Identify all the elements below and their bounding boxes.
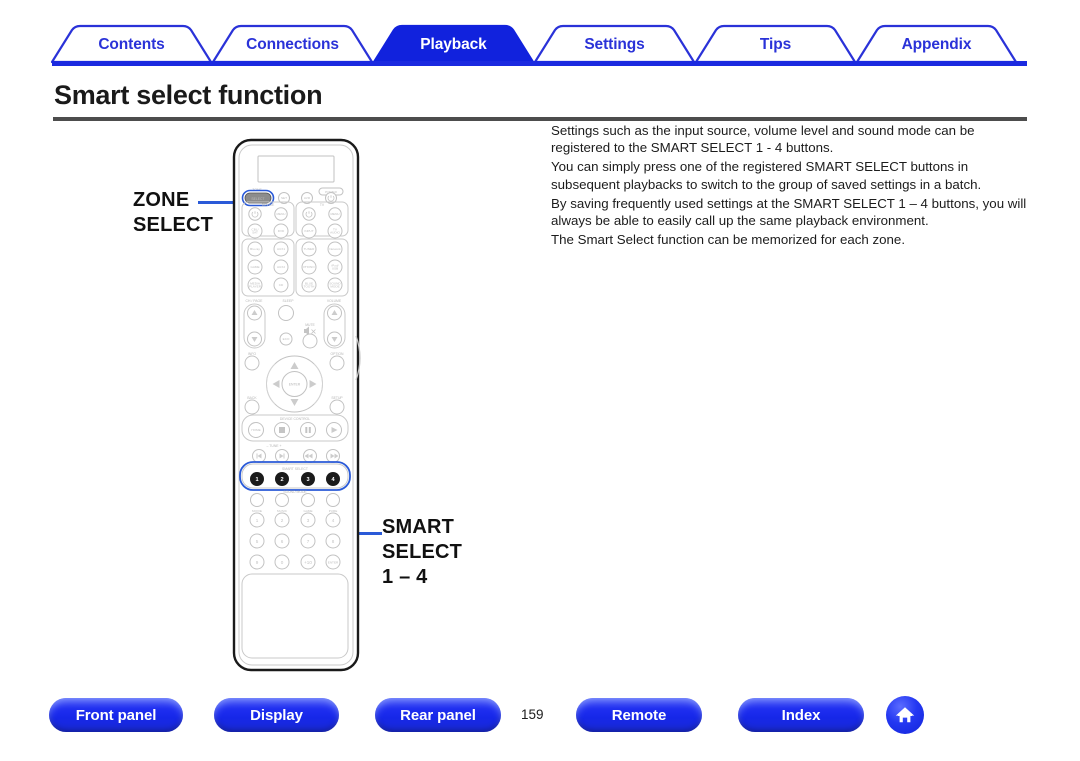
home-button[interactable] xyxy=(886,696,924,734)
svg-text:INFO: INFO xyxy=(248,352,256,356)
svg-text:ENTER: ENTER xyxy=(328,560,339,564)
svg-text:SOUND MODE: SOUND MODE xyxy=(283,490,307,494)
rear-panel-button[interactable]: Rear panel xyxy=(375,698,501,732)
paragraph-3: By saving frequently used settings at th… xyxy=(551,195,1027,229)
svg-text:– TUNE +: – TUNE + xyxy=(267,444,282,448)
display-button[interactable]: Display xyxy=(214,698,339,732)
svg-text:OPTION: OPTION xyxy=(331,352,345,356)
remote-display xyxy=(257,155,335,183)
svg-text:TV: TV xyxy=(320,203,325,207)
svg-text:AUX1: AUX1 xyxy=(277,247,285,251)
svg-text:CD: CD xyxy=(279,283,284,287)
svg-text:DVD: DVD xyxy=(278,229,285,233)
svg-text:TUNER: TUNER xyxy=(304,247,315,251)
svg-text:GAME: GAME xyxy=(250,265,259,269)
top-tab-bar: Contents Connections Playback Settings T… xyxy=(0,0,1080,72)
svg-text:MENU: MENU xyxy=(276,212,285,216)
svg-text:5: 5 xyxy=(256,539,259,544)
svg-text:1: 1 xyxy=(255,477,258,483)
svg-text:2: 2 xyxy=(280,477,283,483)
smart-select-callout-label: SMART SELECT 1 – 4 xyxy=(382,515,462,590)
svg-text:9: 9 xyxy=(256,560,259,565)
svg-text:MUTE: MUTE xyxy=(305,323,315,327)
svg-text:MUSIC: MUSIC xyxy=(277,509,288,513)
svg-text:CH / PAGE: CH / PAGE xyxy=(246,299,264,303)
svg-text:DEVICE CONTROL: DEVICE CONTROL xyxy=(280,417,310,421)
smart-callout-line-1: SMART xyxy=(382,516,455,538)
tab-contents[interactable] xyxy=(52,26,211,62)
svg-text:0: 0 xyxy=(281,560,284,565)
svg-text:ENTER: ENTER xyxy=(289,382,301,386)
svg-text:4: 4 xyxy=(332,518,335,523)
home-icon xyxy=(895,707,915,723)
svg-text:VOLUME: VOLUME xyxy=(327,299,342,303)
svg-text:1: 1 xyxy=(256,518,259,523)
tab-settings[interactable] xyxy=(535,26,694,62)
svg-text:7: 7 xyxy=(307,539,310,544)
smart-callout-line-2: SELECT xyxy=(382,541,463,563)
svg-text:AUDIO: AUDIO xyxy=(330,231,340,235)
tab-tips[interactable] xyxy=(696,26,855,62)
svg-text:SMART SELECT: SMART SELECT xyxy=(282,467,308,471)
page-title: Smart select function xyxy=(54,80,323,110)
title-divider xyxy=(53,117,1027,121)
svg-text:6: 6 xyxy=(281,539,284,544)
svg-text:SELECT: SELECT xyxy=(251,197,264,201)
svg-text:TOOTH: TOOTH xyxy=(304,285,315,289)
index-button[interactable]: Index xyxy=(738,698,864,732)
smart-callout-line-3: 1 – 4 xyxy=(382,566,428,588)
svg-text:ECO: ECO xyxy=(283,337,290,341)
svg-text:SETUP: SETUP xyxy=(331,396,343,400)
svg-text:PHONO: PHONO xyxy=(303,265,315,269)
svg-text:AVR: AVR xyxy=(304,196,311,200)
svg-text:MODE: MODE xyxy=(330,285,339,289)
svg-text:DEVICE: DEVICE xyxy=(262,203,275,207)
body-text: Settings such as the input source, volum… xyxy=(551,122,1036,250)
svg-text:+10: +10 xyxy=(304,560,312,565)
remote-control-svg: .bd{fill:#ffffff;stroke:#1a1a1a;stroke-w… xyxy=(232,138,361,672)
page-number: 159 xyxy=(521,707,544,722)
svg-text:SAT: SAT xyxy=(252,231,258,235)
svg-text:3: 3 xyxy=(307,518,310,523)
svg-text:BACK: BACK xyxy=(247,396,257,400)
svg-text:Network: Network xyxy=(329,247,341,251)
svg-text:SET: SET xyxy=(281,196,287,200)
svg-text:MOVIE: MOVIE xyxy=(252,509,262,513)
zone-callout-line-2: SELECT xyxy=(133,214,214,236)
paragraph-2: You can simply press one of the register… xyxy=(551,159,982,192)
svg-text:3: 3 xyxy=(306,477,309,483)
zone-select-callout-label: ZONE SELECT xyxy=(133,188,213,238)
svg-text:MENU: MENU xyxy=(330,212,339,216)
remote-button[interactable]: Remote xyxy=(576,698,702,732)
svg-text:SLEEP: SLEEP xyxy=(283,299,295,303)
svg-text:HOME: HOME xyxy=(251,428,260,432)
svg-text:AUX2: AUX2 xyxy=(277,265,285,269)
svg-text:GAME: GAME xyxy=(303,509,312,513)
svg-text:INPUT: INPUT xyxy=(304,229,313,233)
tab-appendix[interactable] xyxy=(857,26,1016,62)
svg-text:2: 2 xyxy=(281,518,284,523)
svg-text:8: 8 xyxy=(332,539,335,544)
paragraph-4: The Smart Select function can be memoriz… xyxy=(551,232,906,248)
front-panel-button[interactable]: Front panel xyxy=(49,698,183,732)
svg-text:PLAYER: PLAYER xyxy=(249,285,262,289)
svg-text:PURE: PURE xyxy=(329,509,338,513)
paragraph-1: Settings such as the input source, volum… xyxy=(551,123,975,156)
tab-playback[interactable] xyxy=(374,26,533,62)
remote-control-illustration: .bd{fill:#ffffff;stroke:#1a1a1a;stroke-w… xyxy=(228,136,364,674)
svg-text:USB: USB xyxy=(332,267,338,271)
tab-connections[interactable] xyxy=(213,26,372,62)
svg-text:Blu-ray: Blu-ray xyxy=(250,247,260,251)
